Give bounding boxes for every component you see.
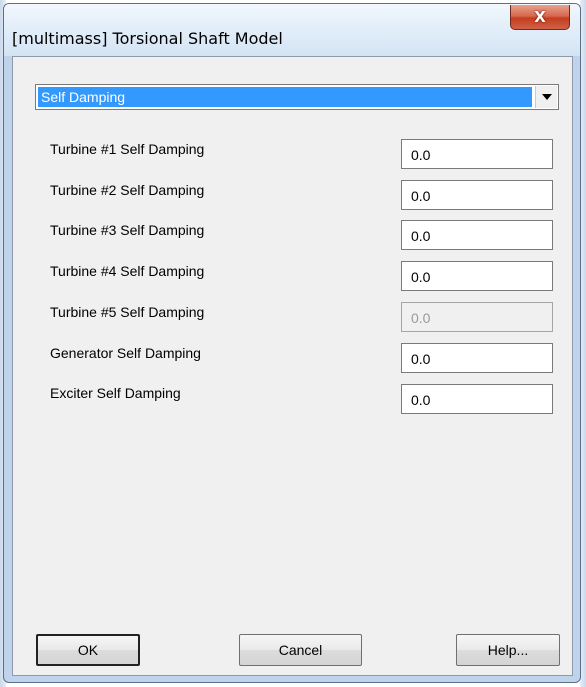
field-label-generator: Generator Self Damping (50, 345, 201, 361)
dialog-content: Self Damping Turbine #1 Self Damping 0.0… (12, 56, 573, 676)
title-bar[interactable]: [multimass] Torsional Shaft Model X (4, 4, 580, 56)
ok-button[interactable]: OK (36, 634, 140, 666)
close-icon: X (534, 8, 546, 26)
field-input-turbine-2[interactable]: 0.0 (401, 180, 553, 210)
window-title: [multimass] Torsional Shaft Model (12, 29, 283, 48)
dropdown-arrow-button[interactable] (535, 86, 557, 108)
dialog-window: [multimass] Torsional Shaft Model X Self… (3, 3, 581, 683)
help-button[interactable]: Help... (456, 634, 560, 666)
cancel-button[interactable]: Cancel (239, 634, 362, 666)
field-input-turbine-3[interactable]: 0.0 (401, 220, 553, 250)
close-button[interactable]: X (510, 5, 570, 30)
field-input-turbine-4[interactable]: 0.0 (401, 261, 553, 291)
field-label-turbine-2: Turbine #2 Self Damping (50, 182, 205, 198)
field-label-exciter: Exciter Self Damping (50, 385, 181, 401)
field-label-turbine-5: Turbine #5 Self Damping (50, 304, 205, 320)
field-label-turbine-3: Turbine #3 Self Damping (50, 222, 205, 238)
field-input-turbine-1[interactable]: 0.0 (401, 139, 553, 169)
category-dropdown[interactable]: Self Damping (35, 84, 559, 110)
field-input-turbine-5: 0.0 (401, 302, 553, 332)
field-input-generator[interactable]: 0.0 (401, 343, 553, 373)
dropdown-selected-value: Self Damping (38, 87, 532, 107)
field-label-turbine-4: Turbine #4 Self Damping (50, 263, 205, 279)
field-input-exciter[interactable]: 0.0 (401, 384, 553, 414)
field-label-turbine-1: Turbine #1 Self Damping (50, 141, 205, 157)
triangle-down-icon (541, 94, 552, 100)
